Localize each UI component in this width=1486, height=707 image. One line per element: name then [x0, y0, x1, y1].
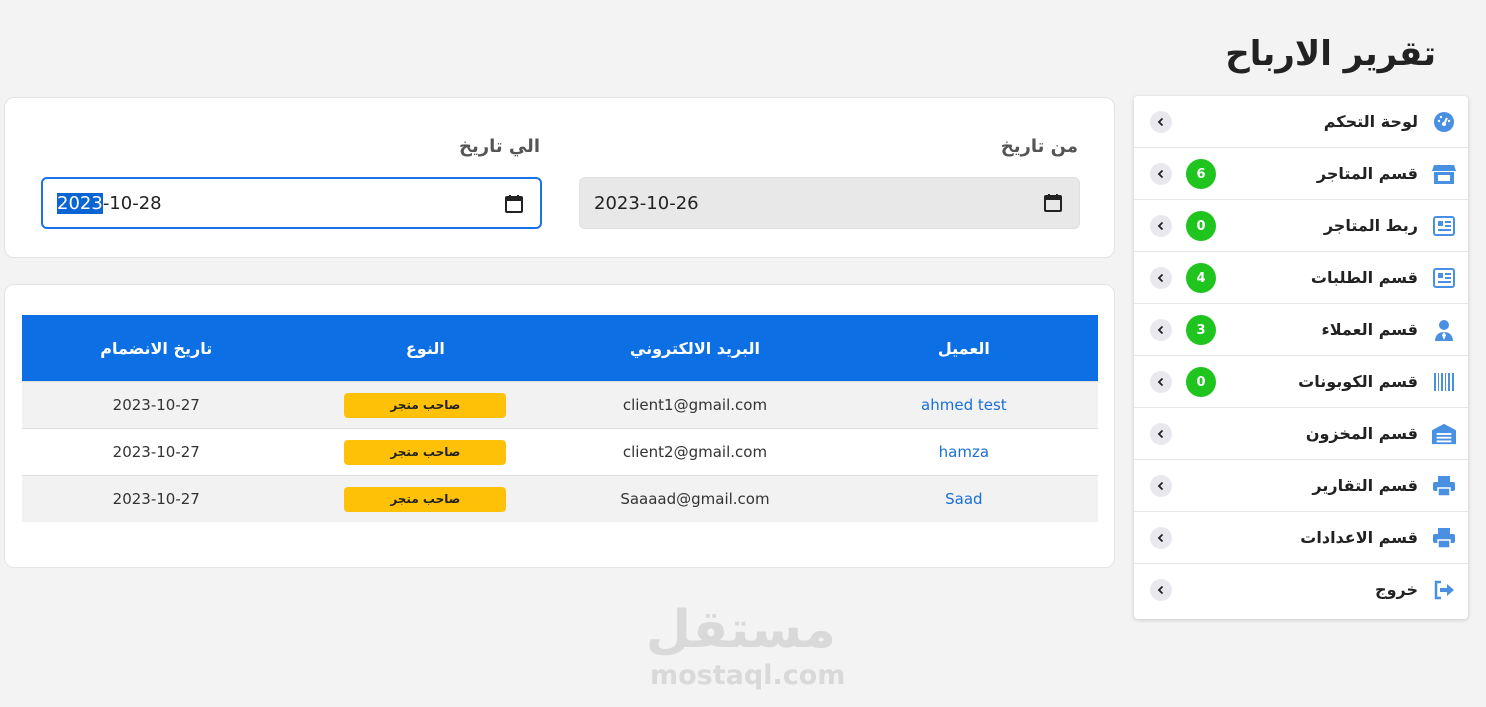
table-row: Saad Saaaad@gmail.com صاحب متجر 2023-10-…	[22, 475, 1098, 522]
from-date-input[interactable]: 2023-10-26	[579, 177, 1080, 229]
sidebar-item-reports[interactable]: قسم التقارير	[1134, 460, 1468, 512]
count-badge: 4	[1186, 263, 1216, 293]
type-badge: صاحب متجر	[344, 392, 507, 418]
sidebar-item-customers[interactable]: قسم العملاء 3	[1134, 304, 1468, 356]
sidebar-item-label: قسم العملاء	[1321, 320, 1418, 339]
email-cell: client1@gmail.com	[560, 381, 830, 429]
joined-date-cell: 2023-10-27	[22, 475, 291, 522]
calendar-icon[interactable]	[504, 194, 524, 214]
sidebar-item-inventory[interactable]: قسم المخزون	[1134, 408, 1468, 460]
chevron-left-icon[interactable]	[1150, 267, 1172, 289]
chevron-left-icon[interactable]	[1150, 371, 1172, 393]
sidebar-item-coupons[interactable]: قسم الكوبونات 0	[1134, 356, 1468, 408]
sign-out-icon	[1432, 578, 1456, 602]
client-link[interactable]: ahmed test	[921, 396, 1007, 414]
clients-table: العميل البريد الالكتروني النوع تاريخ الا…	[22, 315, 1098, 522]
table-row: ahmed test client1@gmail.com صاحب متجر 2…	[22, 381, 1098, 429]
column-header: البريد الالكتروني	[560, 315, 830, 382]
count-badge: 3	[1186, 315, 1216, 345]
sidebar-item-label: قسم الاعدادات	[1300, 528, 1418, 547]
printer-icon	[1432, 474, 1456, 498]
sidebar-item-logout[interactable]: خروج	[1134, 564, 1468, 616]
chevron-left-icon[interactable]	[1150, 319, 1172, 341]
email-cell: Saaaad@gmail.com	[560, 475, 830, 522]
joined-date-cell: 2023-10-27	[22, 381, 291, 429]
watermark-logo: مستقل	[645, 600, 836, 660]
type-badge: صاحب متجر	[344, 439, 507, 465]
chevron-left-icon[interactable]	[1150, 527, 1172, 549]
dashboard-icon	[1432, 110, 1456, 134]
sidebar-item-label: لوحة التحكم	[1323, 112, 1418, 131]
sidebar-item-label: قسم المتاجر	[1316, 164, 1418, 183]
to-date-rest: -10-28	[102, 192, 162, 214]
sidebar-item-label: قسم الطلبات	[1310, 268, 1418, 287]
chevron-left-icon[interactable]	[1150, 163, 1172, 185]
chevron-left-icon[interactable]	[1150, 111, 1172, 133]
count-badge: 0	[1186, 367, 1216, 397]
sidebar-item-dashboard[interactable]: لوحة التحكم	[1134, 96, 1468, 148]
page-title: تقرير الارباح	[1225, 34, 1436, 74]
count-badge: 6	[1186, 159, 1216, 189]
chevron-left-icon[interactable]	[1150, 423, 1172, 445]
type-badge: صاحب متجر	[344, 486, 507, 512]
date-filter-card: من تاريخ الي تاريخ 2023-10-26 2023-10-28	[4, 97, 1115, 258]
column-header: النوع	[290, 315, 561, 382]
from-date-label: من تاريخ	[1000, 136, 1078, 157]
client-link[interactable]: Saad	[945, 490, 982, 508]
chevron-left-icon[interactable]	[1150, 579, 1172, 601]
newspaper-icon	[1432, 214, 1456, 238]
joined-date-cell: 2023-10-27	[22, 428, 291, 476]
chevron-left-icon[interactable]	[1150, 475, 1172, 497]
chevron-left-icon[interactable]	[1150, 215, 1172, 237]
sidebar-item-orders[interactable]: قسم الطلبات 4	[1134, 252, 1468, 304]
email-cell: client2@gmail.com	[560, 428, 830, 476]
to-date-label: الي تاريخ	[458, 136, 540, 157]
table-row: hamza client2@gmail.com صاحب متجر 2023-1…	[22, 428, 1098, 476]
sidebar-item-label: ربط المتاجر	[1323, 216, 1418, 235]
column-header: تاريخ الانضمام	[22, 315, 291, 382]
to-date-value: 2023-10-28	[57, 192, 162, 214]
sidebar-item-label: قسم المخزون	[1305, 424, 1418, 443]
clients-table-card: العميل البريد الالكتروني النوع تاريخ الا…	[4, 284, 1115, 568]
barcode-icon	[1432, 370, 1456, 394]
count-badge: 0	[1186, 211, 1216, 241]
client-link[interactable]: hamza	[939, 443, 989, 461]
watermark-url: mostaql.com	[650, 660, 846, 691]
sidebar-item-settings[interactable]: قسم الاعدادات	[1134, 512, 1468, 564]
sidebar-item-label: خروج	[1375, 580, 1418, 599]
column-header: العميل	[829, 315, 1098, 382]
sidebar-item-stores[interactable]: قسم المتاجر 6	[1134, 148, 1468, 200]
sidebar-item-label: قسم التقارير	[1312, 476, 1418, 495]
sidebar: لوحة التحكم قسم المتاجر 6 ربط المتاجر 0 …	[1134, 96, 1468, 619]
printer-icon	[1432, 526, 1456, 550]
user-tie-icon	[1432, 318, 1456, 342]
calendar-icon[interactable]	[1043, 193, 1063, 213]
from-date-value: 2023-10-26	[594, 192, 699, 214]
warehouse-icon	[1432, 422, 1456, 446]
to-date-selected-segment: 2023	[57, 192, 103, 214]
to-date-input[interactable]: 2023-10-28	[41, 177, 542, 229]
sidebar-item-link-stores[interactable]: ربط المتاجر 0	[1134, 200, 1468, 252]
sidebar-item-label: قسم الكوبونات	[1298, 372, 1418, 391]
newspaper-icon	[1432, 266, 1456, 290]
table-header-row: العميل البريد الالكتروني النوع تاريخ الا…	[22, 315, 1098, 382]
store-icon	[1432, 162, 1456, 186]
